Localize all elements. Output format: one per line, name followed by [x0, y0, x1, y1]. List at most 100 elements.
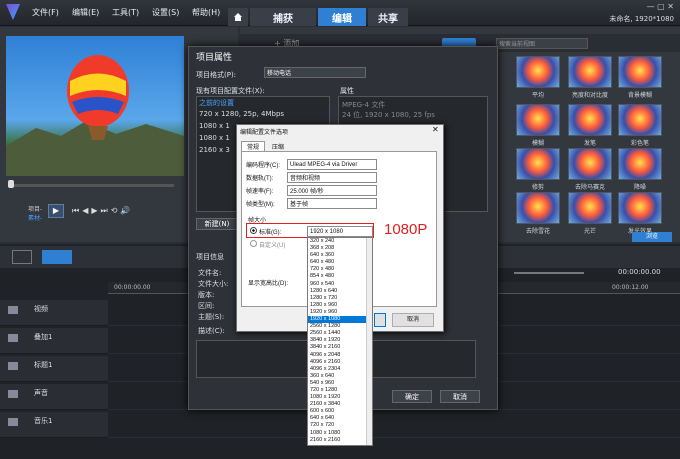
effect-thumbnail[interactable]	[516, 192, 560, 224]
size-option[interactable]: 360 x 640	[308, 373, 372, 380]
dialog-field-select[interactable]: 基于帧	[287, 198, 377, 209]
effect-thumbnail[interactable]	[516, 148, 560, 180]
menu-item-4[interactable]: 帮助(H)	[192, 7, 220, 18]
profile-item[interactable]: 1080 x 1	[199, 122, 230, 130]
dialog-ok-button[interactable]	[374, 313, 386, 327]
effect-thumbnail[interactable]	[568, 104, 612, 136]
effect-label: 降噪	[633, 184, 646, 191]
effect-label: 彩色笔	[630, 140, 649, 147]
size-option[interactable]: 1280 x 720	[308, 295, 372, 302]
clip-mode-label[interactable]: 素材-	[28, 213, 42, 222]
size-dropdown-list[interactable]: 320 x 240 368 x 208 640 x 360 640 x 480 720 …	[307, 237, 373, 446]
tab-share[interactable]: 共享	[368, 8, 408, 26]
transport-controls[interactable]: ⏮◀▶⏭⟲🔊	[72, 206, 133, 216]
size-option[interactable]: 640 x 640	[308, 415, 372, 422]
project-ok-button[interactable]: 确定	[392, 390, 432, 403]
effect-label: 去除马赛克	[574, 184, 605, 191]
custom-radio[interactable]	[250, 240, 257, 247]
home-tab[interactable]	[228, 8, 248, 26]
size-option[interactable]: 960 x 540	[308, 281, 372, 288]
tab-general[interactable]: 常规	[241, 141, 265, 151]
timeline-zoom-slider[interactable]	[514, 272, 584, 274]
play-button[interactable]: ▶	[48, 204, 64, 218]
tab-capture[interactable]: 捕获	[250, 8, 316, 26]
size-option[interactable]: 720 x 480	[308, 266, 372, 273]
menu-item-3[interactable]: 设置(S)	[152, 7, 179, 18]
size-option[interactable]: 854 x 480	[308, 273, 372, 280]
profile-item[interactable]: 2160 x 3	[199, 146, 230, 154]
profile-item[interactable]: 1080 x 1	[199, 134, 230, 142]
size-option[interactable]: 1920 x 960	[308, 309, 372, 316]
size-option[interactable]: 320 x 240	[308, 238, 372, 245]
size-option[interactable]: 720 x 1280	[308, 387, 372, 394]
size-option[interactable]: 2560 x 1280	[308, 323, 372, 330]
effect-thumbnail[interactable]	[516, 56, 560, 88]
project-mode-label[interactable]: 项目-	[28, 204, 42, 213]
edit-profile-close-icon[interactable]: ✕	[432, 125, 439, 134]
dialog-field-select[interactable]: 音频和视频	[287, 172, 377, 183]
size-option[interactable]: 540 x 960	[308, 380, 372, 387]
playback-handle[interactable]	[8, 180, 14, 188]
effect-thumbnail[interactable]	[618, 148, 662, 180]
aspect-ratio-label: 显示宽高比(D):	[248, 281, 288, 287]
size-option[interactable]: 368 x 208	[308, 245, 372, 252]
size-option[interactable]: 1080 x 1080	[308, 430, 372, 437]
size-option[interactable]: 1280 x 640	[308, 288, 372, 295]
dialog-field-select[interactable]: Ulead MPEG-4 via Driver	[287, 159, 377, 170]
size-option[interactable]: 640 x 360	[308, 252, 372, 259]
size-option[interactable]: 2160 x 3840	[308, 401, 372, 408]
effect-label: 模糊	[531, 140, 544, 147]
tab-compression[interactable]: 压缩	[266, 142, 290, 151]
dialog-field-select[interactable]: 25.000 帧/秒	[287, 185, 377, 196]
size-option[interactable]: 640 x 480	[308, 259, 372, 266]
timeline-view-icon[interactable]	[42, 250, 72, 264]
size-option[interactable]: 4096 x 2304	[308, 366, 372, 373]
storyboard-view-icon[interactable]	[12, 250, 32, 264]
tab-edit[interactable]: 编辑	[318, 8, 366, 26]
size-option[interactable]: 2560 x 1440	[308, 330, 372, 337]
ruler-end: 00:00:12.00	[612, 284, 649, 291]
project-cancel-button[interactable]: 取消	[440, 390, 480, 403]
size-option[interactable]: 720 x 720	[308, 422, 372, 429]
size-option[interactable]: 3840 x 2160	[308, 344, 372, 351]
profile-item[interactable]: 之前的设置	[199, 98, 234, 108]
size-list-scrollbar[interactable]	[366, 238, 372, 445]
menu-item-1[interactable]: 编辑(E)	[72, 7, 99, 18]
new-profile-button[interactable]: 新建(N)	[196, 218, 238, 230]
attributes-line-2: 24 位, 1920 x 1080, 25 fps	[342, 111, 435, 119]
size-option[interactable]: 1080 x 1920	[308, 394, 372, 401]
info-field-label: 文件大小:	[198, 280, 229, 288]
highlight-box	[246, 223, 374, 238]
size-option[interactable]: 2160 x 2160	[308, 437, 372, 444]
profile-item[interactable]: 720 x 1280, 25p, 4Mbps	[199, 110, 284, 118]
window-controls[interactable]: — ▢ ✕	[647, 2, 674, 11]
effect-thumbnail[interactable]	[618, 56, 662, 88]
menu-item-2[interactable]: 工具(T)	[112, 7, 139, 18]
effect-thumbnail[interactable]	[568, 192, 612, 224]
size-option[interactable]: 3840 x 1920	[308, 337, 372, 344]
size-option[interactable]: 1280 x 960	[308, 302, 372, 309]
size-option[interactable]: 4096 x 2160	[308, 359, 372, 366]
size-option[interactable]: 4096 x 2048	[308, 352, 372, 359]
effect-thumbnail[interactable]	[568, 148, 612, 180]
effect-thumbnail[interactable]	[618, 104, 662, 136]
search-input[interactable]: 搜索当前视图	[496, 38, 588, 49]
effect-label: 亮度和对比度	[571, 92, 608, 99]
annotation-1080p: 1080P	[384, 221, 428, 238]
dialog-cancel-button[interactable]: 取消	[392, 313, 434, 327]
track-label: 音乐1	[34, 417, 53, 425]
project-format-select[interactable]: 移动电话	[264, 67, 366, 78]
size-option[interactable]: 600 x 600	[308, 408, 372, 415]
browse-button[interactable]: 浏览	[632, 232, 672, 242]
effect-thumbnail[interactable]	[516, 104, 560, 136]
effect-thumbnail[interactable]	[618, 192, 662, 224]
effect-thumbnail[interactable]	[568, 56, 612, 88]
size-option[interactable]: 1920 x 1080	[308, 316, 372, 324]
dialog-field-label: 数据轨(T):	[246, 176, 274, 182]
dialog-field-label: 帧速率(F):	[246, 189, 274, 195]
ruler-start: 00:00:00.00	[114, 284, 151, 291]
playback-slider[interactable]	[8, 184, 174, 187]
track-lane[interactable]	[108, 412, 680, 438]
menu-item-0[interactable]: 文件(F)	[32, 7, 59, 18]
home-icon	[234, 13, 242, 21]
